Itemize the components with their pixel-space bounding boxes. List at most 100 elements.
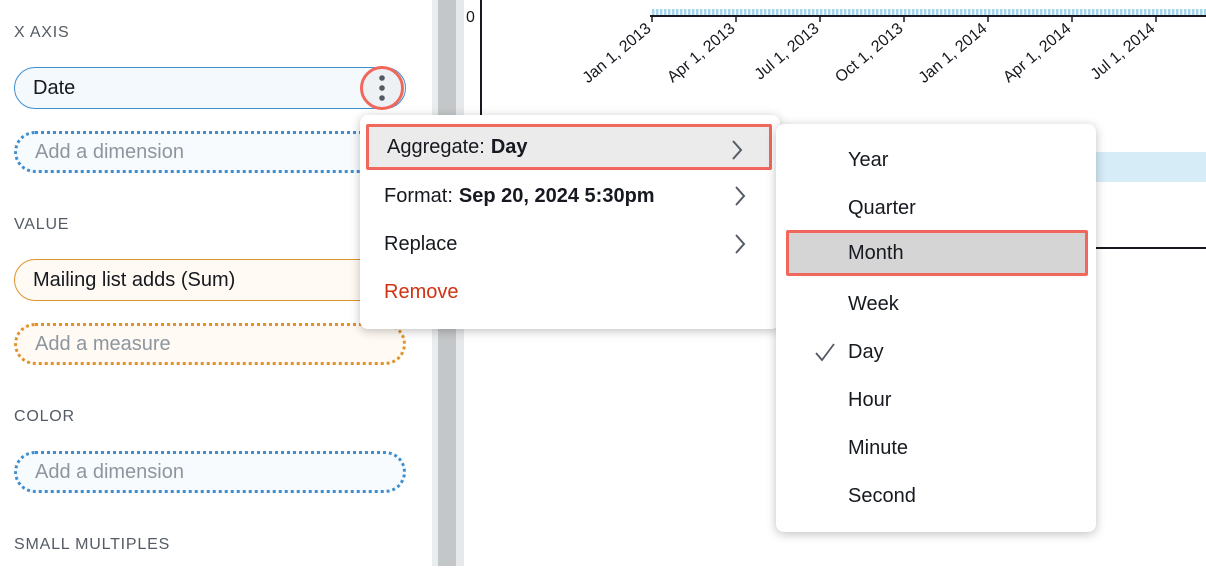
daily-bar (892, 9, 895, 15)
aggregate-prefix: Aggregate: (387, 135, 485, 158)
daily-bar (1188, 9, 1191, 15)
daily-bar (1016, 9, 1019, 15)
daily-bar (1196, 9, 1199, 15)
submenu-item-label: Week (848, 292, 899, 315)
daily-bar (840, 9, 843, 15)
submenu-item-label: Second (848, 484, 916, 507)
daily-bar (1008, 9, 1011, 15)
daily-bar (944, 9, 947, 15)
field-context-menu: Aggregate: Day Format: Sep 20, 2024 5:30… (360, 115, 780, 329)
range-slider-track (1092, 152, 1206, 182)
daily-bar (836, 9, 839, 15)
submenu-item-label: Month (848, 241, 904, 264)
daily-bar (820, 9, 823, 15)
daily-bar (1144, 9, 1147, 15)
x-tick-label: Oct 1, 2013 (832, 20, 906, 86)
daily-bar (1124, 9, 1127, 15)
add-measure-placeholder: Add a measure (35, 332, 171, 355)
daily-bar (1036, 9, 1039, 15)
daily-bar (968, 9, 971, 15)
color-label: COLOR (14, 408, 75, 425)
submenu-item-week[interactable]: Week (786, 281, 1088, 327)
daily-bar (1184, 9, 1187, 15)
submenu-item-year[interactable]: Year (786, 137, 1088, 183)
daily-bar (688, 9, 691, 15)
daily-bar (1140, 9, 1143, 15)
submenu-item-hour[interactable]: Hour (786, 377, 1088, 423)
daily-bar (780, 9, 783, 15)
daily-bar (1060, 9, 1063, 15)
daily-bar (992, 9, 995, 15)
format-prefix: Format: (384, 184, 453, 207)
daily-bar (1156, 9, 1159, 15)
menu-item-aggregate[interactable]: Aggregate: Day (366, 124, 772, 170)
daily-bar (976, 9, 979, 15)
x-axis-date-field[interactable]: Date (14, 67, 406, 109)
x-tick-label: Oct 1 (1202, 20, 1206, 58)
daily-bar (668, 9, 671, 15)
daily-bar (828, 9, 831, 15)
x-tick-label: Jul 1, 2014 (1088, 20, 1159, 83)
field-options-button[interactable] (360, 66, 404, 110)
daily-bar (972, 9, 975, 15)
add-dimension-color[interactable]: Add a dimension (14, 451, 406, 493)
daily-bar (692, 9, 695, 15)
daily-bar (804, 9, 807, 15)
aggregate-submenu: Year Quarter Month Week Day Hour Minute … (776, 124, 1096, 532)
daily-bar (1092, 9, 1095, 15)
submenu-item-label: Minute (848, 436, 909, 459)
daily-bar (660, 9, 663, 15)
daily-bar (1024, 9, 1027, 15)
daily-bar (940, 9, 943, 15)
submenu-item-quarter[interactable]: Quarter (786, 185, 1088, 231)
daily-bar (696, 9, 699, 15)
add-dimension-x-axis[interactable]: Add a dimension (14, 131, 406, 173)
value-measure-field[interactable]: Mailing list adds (Sum) (14, 259, 406, 301)
daily-bar (888, 9, 891, 15)
daily-bar (1200, 9, 1203, 15)
daily-bar (800, 9, 803, 15)
daily-bar (744, 9, 747, 15)
daily-bar (792, 9, 795, 15)
daily-bar (684, 9, 687, 15)
value-label: VALUE (14, 216, 70, 233)
menu-item-format[interactable]: Format: Sep 20, 2024 5:30pm (366, 173, 772, 219)
chevron-right-icon (735, 234, 746, 254)
remove-label: Remove (384, 280, 459, 303)
daily-bar (812, 9, 815, 15)
daily-bar (1084, 9, 1087, 15)
submenu-item-second[interactable]: Second (786, 473, 1088, 519)
x-tick-label: Jul 1, 2013 (752, 20, 823, 83)
menu-item-replace[interactable]: Replace (366, 221, 772, 267)
daily-bar (912, 9, 915, 15)
daily-bar (832, 9, 835, 15)
daily-bar (796, 9, 799, 15)
daily-bar (1148, 9, 1151, 15)
add-measure-value[interactable]: Add a measure (14, 323, 406, 365)
daily-bar (732, 9, 735, 15)
daily-bar (928, 9, 931, 15)
daily-bar (1176, 9, 1179, 15)
submenu-item-minute[interactable]: Minute (786, 425, 1088, 471)
aggregate-value: Day (490, 135, 528, 158)
small-multiples-label: SMALL MULTIPLES (14, 536, 171, 553)
daily-bar (860, 9, 863, 15)
daily-bar (712, 9, 715, 15)
daily-bar (996, 9, 999, 15)
daily-bar (736, 9, 739, 15)
daily-bar (676, 9, 679, 15)
daily-bar (868, 9, 871, 15)
submenu-item-month[interactable]: Month (786, 230, 1088, 276)
submenu-item-day[interactable]: Day (786, 329, 1088, 375)
daily-bar (1108, 9, 1111, 15)
daily-bar (1044, 9, 1047, 15)
daily-bar (1120, 9, 1123, 15)
value-field-name: Mailing list adds (Sum) (33, 268, 236, 291)
daily-bar (724, 9, 727, 15)
daily-bar (932, 9, 935, 15)
daily-bar (708, 9, 711, 15)
daily-bar (1064, 9, 1067, 15)
daily-bar (788, 9, 791, 15)
menu-item-remove[interactable]: Remove (366, 269, 772, 315)
daily-bar (1000, 9, 1003, 15)
